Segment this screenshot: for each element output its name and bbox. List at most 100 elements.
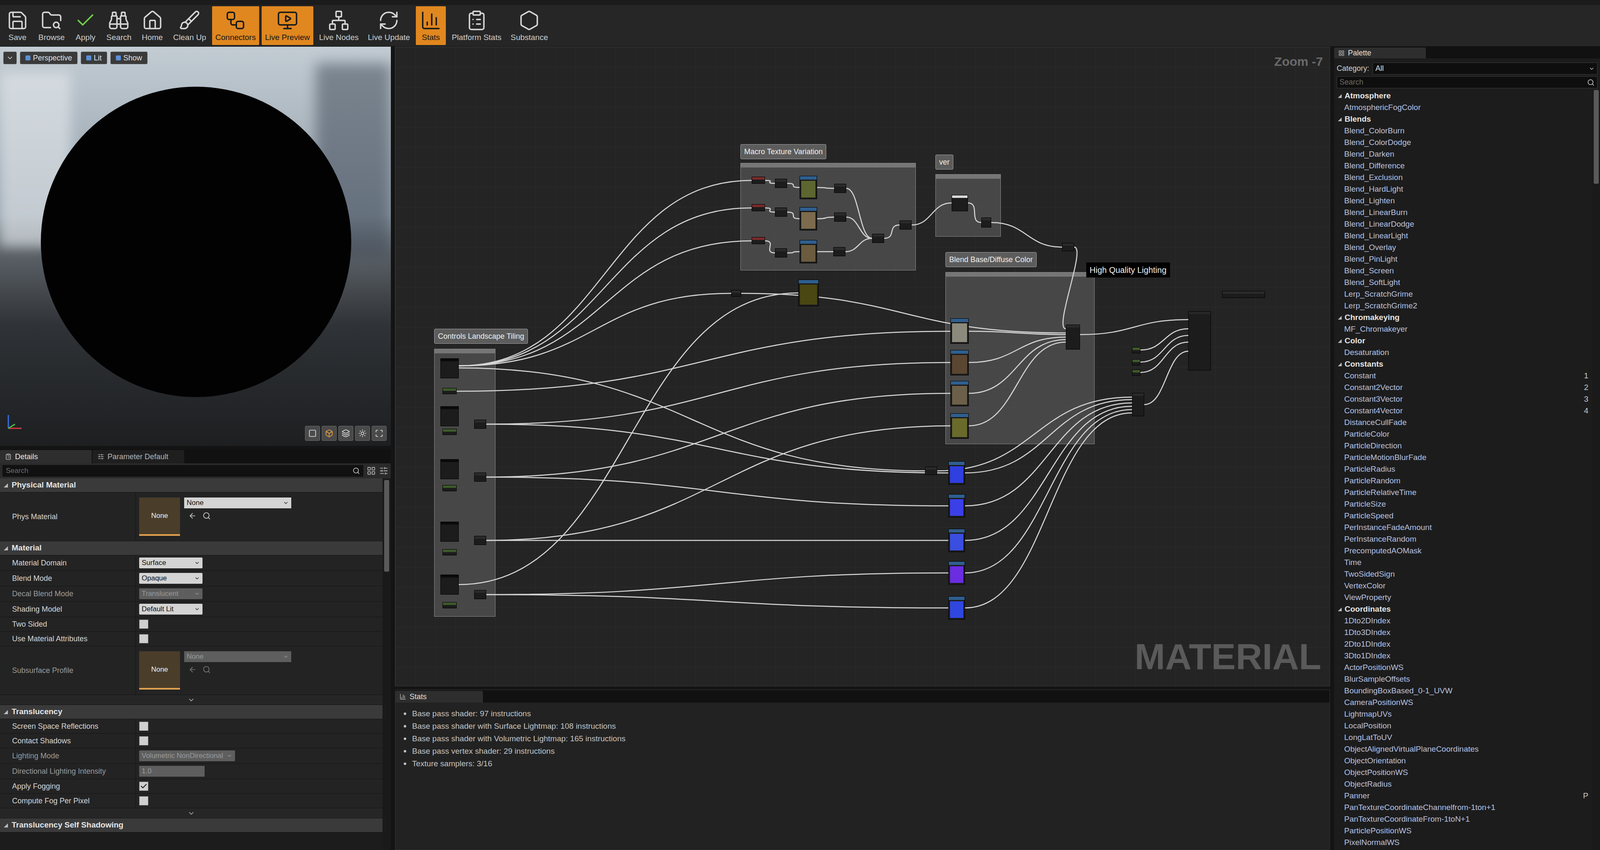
graph-node[interactable] bbox=[440, 358, 459, 379]
graph-node[interactable] bbox=[442, 602, 457, 609]
asset-thumbnail[interactable]: None bbox=[139, 651, 180, 690]
palette-item[interactable]: BlurSampleOffsets bbox=[1334, 673, 1593, 685]
checkbox[interactable] bbox=[139, 721, 149, 731]
graph-node[interactable] bbox=[775, 248, 788, 258]
palette-item[interactable]: Blend_LinearLight bbox=[1334, 230, 1593, 242]
palette-scrollbar[interactable] bbox=[1592, 90, 1600, 850]
comment-title[interactable]: ver bbox=[935, 154, 954, 170]
viewport-option-button[interactable] bbox=[338, 425, 354, 441]
home-button[interactable]: Home bbox=[137, 6, 168, 45]
browse-button[interactable]: Browse bbox=[35, 6, 68, 45]
graph-node[interactable] bbox=[775, 207, 788, 217]
palette-item[interactable]: Blend_Darken bbox=[1334, 148, 1593, 160]
palette-item[interactable]: Blend_Exclusion bbox=[1334, 171, 1593, 184]
palette-item[interactable]: ParticleRelativeTime bbox=[1334, 486, 1593, 499]
palette-item[interactable]: Blend_Difference bbox=[1334, 160, 1593, 172]
search-button[interactable]: Search bbox=[102, 6, 135, 45]
graph-node[interactable] bbox=[925, 466, 938, 475]
palette-item[interactable]: ParticleDirection bbox=[1334, 440, 1593, 452]
palette-item[interactable]: LightmapUVs bbox=[1334, 708, 1593, 720]
palette-group-header[interactable]: Chromakeying bbox=[1334, 311, 1593, 324]
palette-item[interactable]: BoundingBoxBased_0-1_UVW bbox=[1334, 685, 1593, 697]
checkbox[interactable] bbox=[139, 634, 149, 644]
palette-item[interactable]: ParticleSpeed bbox=[1334, 510, 1593, 522]
graph-node[interactable] bbox=[440, 521, 459, 542]
palette-item[interactable]: CameraPositionWS bbox=[1334, 696, 1593, 709]
palette-item[interactable]: AtmosphericFogColor bbox=[1334, 101, 1593, 114]
viewport-option-button[interactable] bbox=[355, 425, 370, 441]
palette-item[interactable]: Blend_LinearBurn bbox=[1334, 206, 1593, 219]
details-search[interactable]: Search bbox=[2, 465, 364, 477]
texture-node[interactable] bbox=[798, 279, 819, 307]
palette-item[interactable]: 3Dto1DIndex bbox=[1334, 650, 1593, 662]
details-tab[interactable]: Parameter Default bbox=[92, 450, 185, 464]
clean-up-button[interactable]: Clean Up bbox=[170, 6, 210, 45]
palette-item[interactable]: PrecomputedAOMask bbox=[1334, 545, 1593, 557]
palette-item[interactable]: ObjectPositionWS bbox=[1334, 766, 1593, 779]
texture-node[interactable] bbox=[948, 461, 965, 485]
use-selected-icon[interactable] bbox=[188, 665, 197, 674]
texture-node[interactable] bbox=[950, 350, 969, 376]
stats-tab[interactable]: Stats bbox=[395, 690, 483, 703]
graph-node[interactable] bbox=[440, 574, 459, 595]
palette-item[interactable]: Lerp_ScratchGrime bbox=[1334, 288, 1593, 300]
viewport-button[interactable]: Lit bbox=[80, 51, 108, 65]
palette-item[interactable]: ParticlePositionWS bbox=[1334, 825, 1593, 837]
texture-node[interactable] bbox=[948, 494, 965, 518]
palette-tab[interactable]: Palette bbox=[1334, 47, 1426, 59]
graph-node[interactable] bbox=[442, 428, 457, 435]
palette-group-header[interactable]: Color bbox=[1334, 335, 1593, 347]
texture-node[interactable] bbox=[950, 318, 969, 344]
graph-node[interactable] bbox=[981, 217, 992, 228]
dropdown[interactable]: Default Lit bbox=[139, 603, 203, 615]
palette-item[interactable]: PannerP bbox=[1334, 790, 1593, 802]
graph-node[interactable] bbox=[1062, 242, 1075, 252]
palette-item[interactable]: Constant4Vector4 bbox=[1334, 405, 1593, 417]
graph-node[interactable] bbox=[1065, 324, 1080, 350]
graph-node[interactable] bbox=[474, 419, 487, 429]
advanced-toggle[interactable] bbox=[0, 695, 383, 705]
viewport-option-button[interactable] bbox=[371, 425, 387, 441]
graph-node[interactable] bbox=[751, 204, 765, 212]
graph-node[interactable] bbox=[775, 178, 788, 188]
palette-item[interactable]: ParticleMotionBlurFade bbox=[1334, 451, 1593, 464]
palette-item[interactable]: Blend_SoftLight bbox=[1334, 276, 1593, 289]
dropdown[interactable]: Surface bbox=[139, 557, 203, 569]
dropdown[interactable]: Opaque bbox=[139, 572, 203, 584]
graph-node[interactable] bbox=[442, 549, 457, 556]
palette-item[interactable]: PerInstanceFadeAmount bbox=[1334, 521, 1593, 534]
texture-node[interactable] bbox=[950, 380, 969, 407]
palette-item[interactable]: PixelNormalWS bbox=[1334, 836, 1593, 849]
graph-node[interactable] bbox=[833, 247, 846, 257]
graph-node[interactable] bbox=[1132, 369, 1141, 376]
palette-group-header[interactable]: Coordinates bbox=[1334, 603, 1593, 615]
section-header[interactable]: Material bbox=[0, 541, 383, 556]
viewport-button[interactable]: Perspective bbox=[20, 51, 78, 65]
palette-search[interactable]: Search bbox=[1336, 76, 1598, 89]
live-update-button[interactable]: Live Update bbox=[364, 6, 414, 45]
save-button[interactable]: Save bbox=[2, 6, 33, 45]
palette-item[interactable]: Blend_ColorBurn bbox=[1334, 125, 1593, 137]
stats-button[interactable]: Stats bbox=[415, 6, 446, 45]
details-scrollbar[interactable] bbox=[382, 478, 391, 850]
checkbox[interactable] bbox=[139, 619, 149, 629]
palette-item[interactable]: ObjectRadius bbox=[1334, 778, 1593, 790]
asset-dropdown[interactable]: None bbox=[184, 651, 292, 663]
texture-node[interactable] bbox=[948, 528, 965, 553]
viewport[interactable]: PerspectiveLitShow bbox=[0, 46, 391, 446]
category-dropdown[interactable]: All bbox=[1372, 62, 1598, 75]
palette-item[interactable]: LongLatToUV bbox=[1334, 731, 1593, 744]
material-graph[interactable]: Macro Texture VariationverBlend Base/Dif… bbox=[395, 46, 1330, 687]
palette-item[interactable]: LocalPosition bbox=[1334, 720, 1593, 732]
dropdown[interactable]: Volumetric NonDirectional bbox=[139, 750, 235, 762]
section-header[interactable]: Translucency bbox=[0, 705, 383, 720]
graph-node[interactable] bbox=[834, 212, 847, 222]
scrollbar-thumb[interactable] bbox=[384, 480, 390, 572]
graph-node[interactable] bbox=[440, 459, 459, 480]
palette-item[interactable]: ActorPositionWS bbox=[1334, 661, 1593, 674]
section-header[interactable]: Physical Material bbox=[0, 478, 383, 493]
graph-node[interactable] bbox=[442, 387, 457, 395]
graph-node[interactable] bbox=[1132, 347, 1141, 354]
palette-item[interactable]: PerInstanceRandom bbox=[1334, 533, 1593, 545]
palette-item[interactable]: Lerp_ScratchGrime2 bbox=[1334, 300, 1593, 312]
